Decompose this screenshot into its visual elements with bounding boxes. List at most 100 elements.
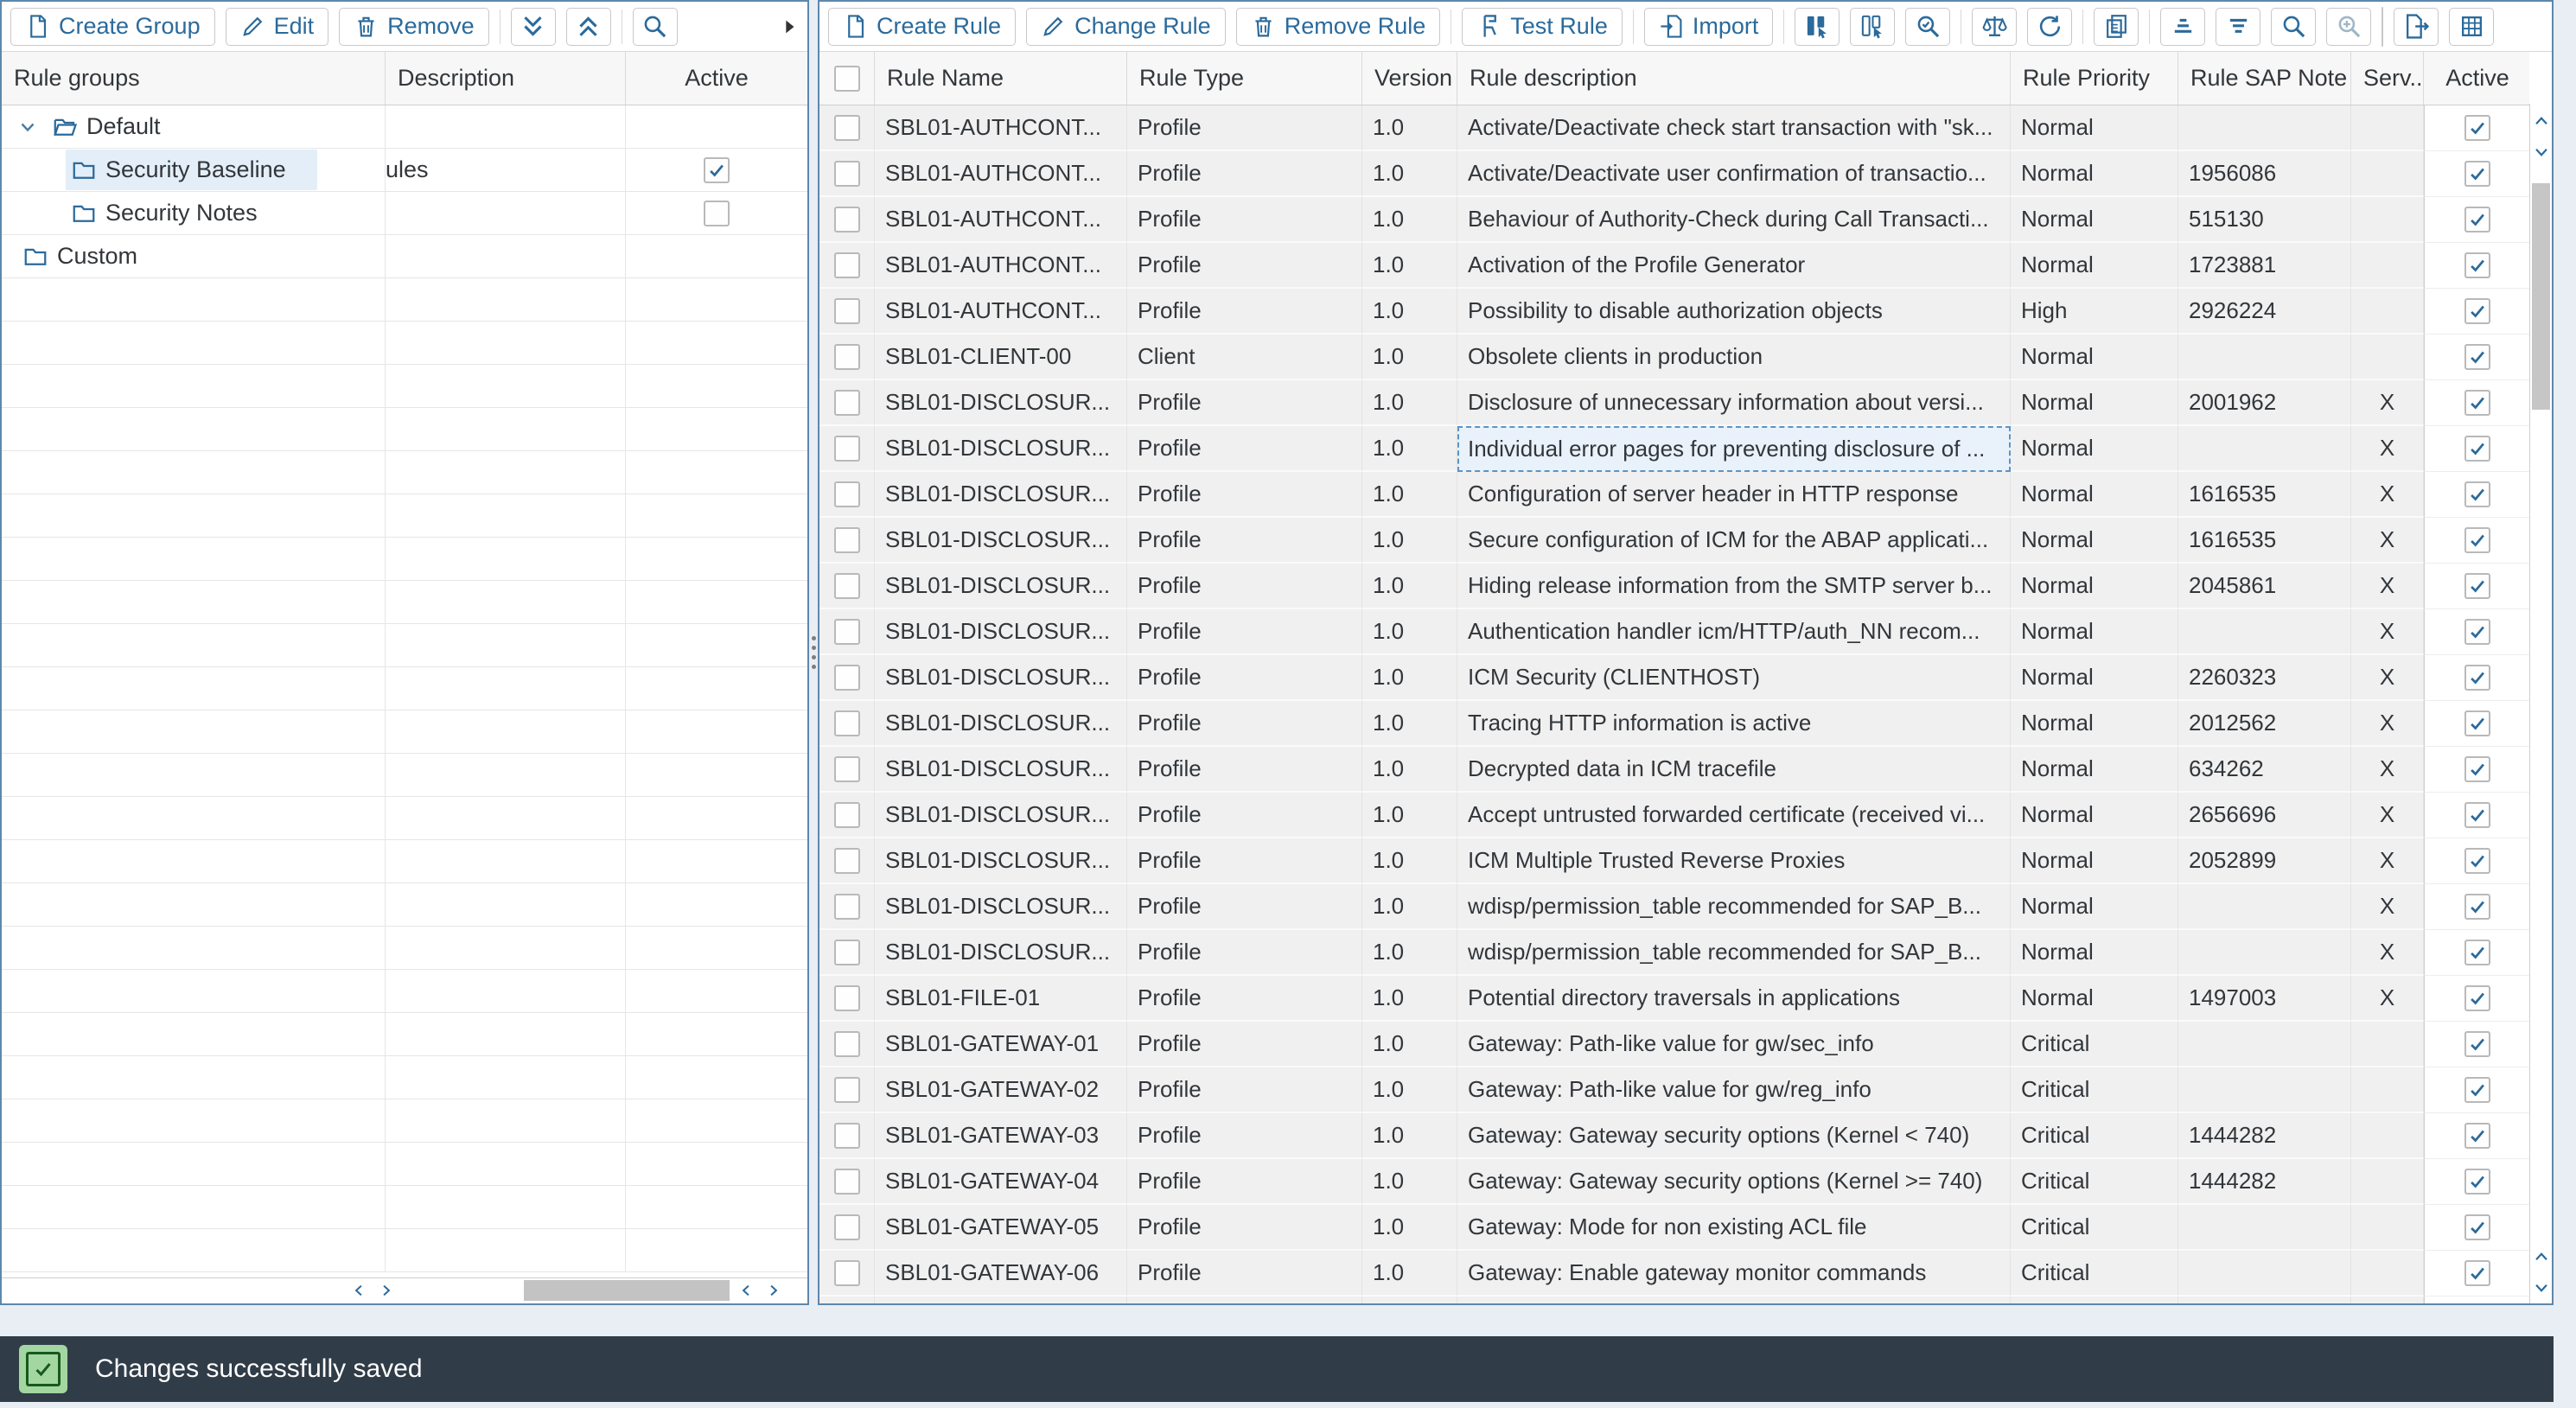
rule-priority-cell[interactable]: Critical: [2011, 1251, 2178, 1297]
rule-active-checkbox[interactable]: [2464, 481, 2490, 507]
rule-description-cell[interactable]: Activation of the Profile Generator: [1457, 243, 2011, 289]
tree-description-cell[interactable]: [386, 235, 626, 277]
rule-name-cell[interactable]: SBL01-DISCLOSUR...: [875, 701, 1127, 747]
rule-name-cell[interactable]: SBL01-DISCLOSUR...: [875, 564, 1127, 609]
tree-description-cell[interactable]: [386, 105, 626, 148]
rule-sap-note-cell[interactable]: [2178, 884, 2351, 930]
rule-priority-cell[interactable]: Normal: [2011, 747, 2178, 793]
rule-priority-cell[interactable]: Normal: [2011, 472, 2178, 518]
version-cell[interactable]: 1.0: [1362, 609, 1457, 655]
inspect-result-button[interactable]: [1905, 8, 1950, 46]
sort-descending-button[interactable]: [2216, 8, 2260, 46]
rule-type-cell[interactable]: Profile: [1127, 380, 1362, 426]
sort-ascending-button[interactable]: [2160, 8, 2205, 46]
rule-type-cell[interactable]: Profile: [1127, 1205, 1362, 1251]
rule-sap-note-cell[interactable]: 1444282: [2178, 1113, 2351, 1159]
rule-description-cell[interactable]: ICM Security (CLIENTHOST): [1457, 655, 2011, 701]
rule-name-cell[interactable]: SBL01-GATEWAY-05: [875, 1205, 1127, 1251]
rule-description-cell[interactable]: Authentication handler icm/HTTP/auth_NN …: [1457, 609, 2011, 655]
rule-sap-note-cell[interactable]: 1689663: [2178, 1297, 2351, 1303]
version-cell[interactable]: 1.0: [1362, 289, 1457, 334]
rule-name-cell[interactable]: SBL01-CLIENT-00: [875, 334, 1127, 380]
rule-description-cell[interactable]: ICM Multiple Trusted Reverse Proxies: [1457, 838, 2011, 884]
column-header-rule-priority[interactable]: Rule Priority: [2011, 52, 2178, 105]
rule-type-cell[interactable]: Profile: [1127, 976, 1362, 1022]
rule-sap-note-cell[interactable]: 634262: [2178, 747, 2351, 793]
version-cell[interactable]: 1.0: [1362, 105, 1457, 151]
row-select-checkbox[interactable]: [834, 1169, 860, 1195]
rule-priority-cell[interactable]: Normal: [2011, 426, 2178, 472]
version-cell[interactable]: 1.0: [1362, 930, 1457, 976]
rule-type-cell[interactable]: Profile: [1127, 1022, 1362, 1067]
row-select-checkbox[interactable]: [834, 619, 860, 645]
serv-cell[interactable]: X: [2351, 609, 2424, 655]
rule-type-cell[interactable]: Profile: [1127, 1159, 1362, 1205]
row-select-checkbox[interactable]: [834, 894, 860, 920]
rule-active-checkbox[interactable]: [2464, 1260, 2490, 1286]
rule-active-checkbox[interactable]: [2464, 848, 2490, 874]
rule-type-cell[interactable]: Profile: [1127, 289, 1362, 334]
version-cell[interactable]: 1.0: [1362, 564, 1457, 609]
serv-cell[interactable]: X: [2351, 701, 2424, 747]
serv-cell[interactable]: X: [2351, 884, 2424, 930]
rule-description-cell[interactable]: Tracing HTTP information is active: [1457, 701, 2011, 747]
rule-active-checkbox[interactable]: [2464, 527, 2490, 553]
rule-type-cell[interactable]: Client: [1127, 334, 1362, 380]
version-cell[interactable]: 1.0: [1362, 1205, 1457, 1251]
row-select-checkbox[interactable]: [834, 1077, 860, 1103]
rule-active-checkbox[interactable]: [2464, 207, 2490, 233]
serv-cell[interactable]: [2351, 197, 2424, 243]
rule-priority-cell[interactable]: Normal: [2011, 518, 2178, 564]
row-select-checkbox[interactable]: [834, 252, 860, 278]
rule-name-cell[interactable]: SBL01-AUTHCONT...: [875, 243, 1127, 289]
rule-sap-note-cell[interactable]: 1444282: [2178, 1159, 2351, 1205]
serv-cell[interactable]: X: [2351, 793, 2424, 838]
rule-type-cell[interactable]: Profile: [1127, 1251, 1362, 1297]
rule-active-checkbox[interactable]: [2464, 940, 2490, 965]
rule-priority-cell[interactable]: Normal: [2011, 105, 2178, 151]
rule-type-cell[interactable]: Profile: [1127, 1113, 1362, 1159]
rule-type-cell[interactable]: Profile: [1127, 426, 1362, 472]
rule-active-checkbox[interactable]: [2464, 252, 2490, 278]
version-cell[interactable]: 1.0: [1362, 1067, 1457, 1113]
rule-sap-note-cell[interactable]: 2001962: [2178, 380, 2351, 426]
rule-priority-cell[interactable]: Critical: [2011, 1022, 2178, 1067]
rule-type-cell[interactable]: Profile: [1127, 930, 1362, 976]
column-header-rule-groups[interactable]: Rule groups: [2, 52, 386, 105]
row-select-checkbox[interactable]: [834, 344, 860, 370]
collapse-all-button[interactable]: [511, 8, 556, 46]
rule-sap-note-cell[interactable]: [2178, 105, 2351, 151]
export-button[interactable]: [2394, 8, 2439, 46]
tree-item-cell[interactable]: Security Notes: [2, 192, 386, 234]
rule-type-cell[interactable]: Profile: [1127, 197, 1362, 243]
tree-item[interactable]: Security Baseline: [66, 150, 317, 190]
rule-type-cell[interactable]: Profile: [1127, 151, 1362, 197]
rule-type-cell[interactable]: Profile: [1127, 105, 1362, 151]
rule-active-checkbox[interactable]: [2464, 298, 2490, 324]
row-select-checkbox[interactable]: [834, 802, 860, 828]
row-select-checkbox[interactable]: [834, 985, 860, 1011]
rule-active-checkbox[interactable]: [2464, 756, 2490, 782]
rule-priority-cell[interactable]: Normal: [2011, 701, 2178, 747]
row-select-checkbox[interactable]: [834, 848, 860, 874]
row-select-checkbox[interactable]: [834, 1260, 860, 1286]
rule-description-cell[interactable]: wdisp/permission_table recommended for S…: [1457, 884, 2011, 930]
rule-active-checkbox[interactable]: [2464, 1123, 2490, 1149]
search-groups-button[interactable]: [633, 8, 678, 46]
rule-description-cell[interactable]: Decrypted data in ICM tracefile: [1457, 747, 2011, 793]
rule-priority-cell[interactable]: Normal: [2011, 243, 2178, 289]
serv-cell[interactable]: X: [2351, 564, 2424, 609]
filter-button[interactable]: [2382, 8, 2383, 46]
rule-description-cell[interactable]: Gateway: Enable gateway monitor commands: [1457, 1251, 2011, 1297]
select-all-checkbox[interactable]: [834, 66, 860, 92]
serv-cell[interactable]: X: [2351, 838, 2424, 884]
horizontal-scrollbar-thumb[interactable]: [524, 1280, 730, 1301]
rule-description-cell[interactable]: Possibility to disable authorization obj…: [1457, 289, 2011, 334]
rule-priority-cell[interactable]: Normal: [2011, 838, 2178, 884]
rule-name-cell[interactable]: SBL01-DISCLOSUR...: [875, 884, 1127, 930]
scroll-left-button[interactable]: [346, 1278, 372, 1303]
search-more-button[interactable]: [2326, 8, 2371, 46]
rule-sap-note-cell[interactable]: 1497003: [2178, 976, 2351, 1022]
rule-description-cell[interactable]: Gateway: Disable simulation mode for reg…: [1457, 1297, 2011, 1303]
rule-name-cell[interactable]: SBL01-FILE-01: [875, 976, 1127, 1022]
